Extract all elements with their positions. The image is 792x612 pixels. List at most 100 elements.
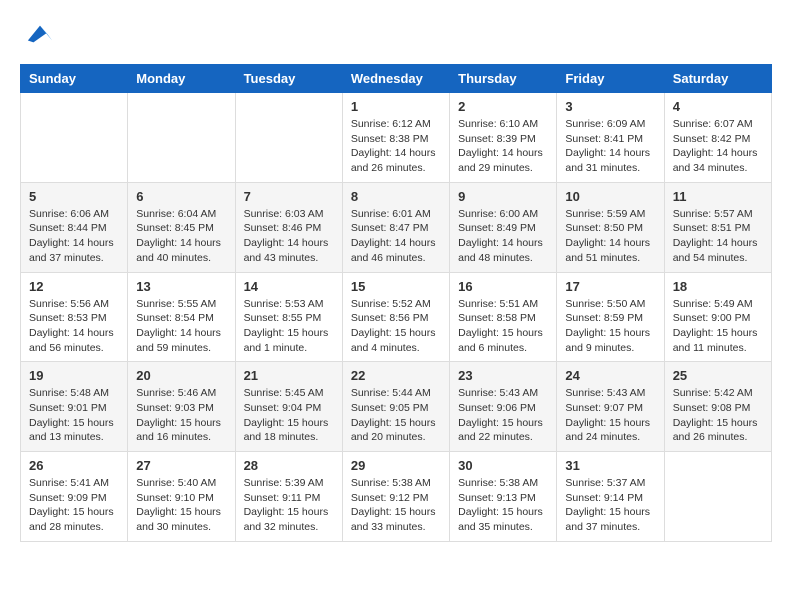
day-number: 2 — [458, 99, 548, 114]
day-number: 22 — [351, 368, 441, 383]
day-info: Sunrise: 5:52 AMSunset: 8:56 PMDaylight:… — [351, 297, 441, 356]
day-info: Sunrise: 5:38 AMSunset: 9:12 PMDaylight:… — [351, 476, 441, 535]
calendar-cell — [664, 452, 771, 542]
calendar-cell: 5 Sunrise: 6:06 AMSunset: 8:44 PMDaylight… — [21, 182, 128, 272]
day-info: Sunrise: 5:37 AMSunset: 9:14 PMDaylight:… — [565, 476, 655, 535]
calendar-cell: 12Sunrise: 5:56 AMSunset: 8:53 PMDayligh… — [21, 272, 128, 362]
calendar-week-row: 19 Sunrise: 5:48 AMSunset: 9:01 PMDayligh… — [21, 362, 772, 452]
day-info: Sunrise: 5:42 AMSunset: 9:08 PMDaylight:… — [673, 386, 763, 445]
calendar-cell: 4Sunrise: 6:07 AMSunset: 8:42 PMDaylight… — [664, 93, 771, 183]
day-number: 23 — [458, 368, 548, 383]
day-number: 3 — [565, 99, 655, 114]
day-info: Sunrise: 6:00 AMSunset: 8:49 PMDaylight:… — [458, 207, 548, 266]
day-info: Sunrise: 6:04 AMSunset: 8:45 PMDaylight:… — [136, 207, 226, 266]
day-number: 27 — [136, 458, 226, 473]
calendar-cell: 31 Sunrise: 5:37 AMSunset: 9:14 PMDayligh… — [557, 452, 664, 542]
calendar-cell: 3 Sunrise: 6:09 AMSunset: 8:41 PMDaylight… — [557, 93, 664, 183]
day-number: 21 — [244, 368, 334, 383]
day-info: Sunrise: 5:55 AMSunset: 8:54 PMDaylight:… — [136, 297, 226, 356]
logo-icon — [26, 20, 54, 48]
calendar-table: SundayMondayTuesdayWednesdayThursdayFrid… — [20, 64, 772, 542]
calendar-cell: 26 Sunrise: 5:41 AMSunset: 9:09 PMDayligh… — [21, 452, 128, 542]
day-number: 17 — [565, 279, 655, 294]
weekday-header: Thursday — [450, 65, 557, 93]
day-number: 26 — [29, 458, 119, 473]
calendar-cell: 25 Sunrise: 5:42 AMSunset: 9:08 PMDayligh… — [664, 362, 771, 452]
calendar-cell: 29 Sunrise: 5:38 AMSunset: 9:12 PMDayligh… — [342, 452, 449, 542]
day-number: 8 — [351, 189, 441, 204]
day-info: Sunrise: 5:39 AMSunset: 9:11 PMDaylight:… — [244, 476, 334, 535]
day-info: Sunrise: 6:10 AMSunset: 8:39 PMDaylight:… — [458, 117, 548, 176]
day-info: Sunrise: 5:38 AMSunset: 9:13 PMDaylight:… — [458, 476, 548, 535]
day-number: 25 — [673, 368, 763, 383]
day-number: 19 — [29, 368, 119, 383]
day-number: 5 — [29, 189, 119, 204]
day-number: 31 — [565, 458, 655, 473]
day-info: Sunrise: 5:53 AMSunset: 8:55 PMDaylight:… — [244, 297, 334, 356]
calendar-cell: 10Sunrise: 5:59 AMSunset: 8:50 PMDayligh… — [557, 182, 664, 272]
day-number: 13 — [136, 279, 226, 294]
calendar-cell: 16 Sunrise: 5:51 AMSunset: 8:58 PMDayligh… — [450, 272, 557, 362]
calendar-week-row: 1 Sunrise: 6:12 AMSunset: 8:38 PMDaylight… — [21, 93, 772, 183]
day-info: Sunrise: 5:51 AMSunset: 8:58 PMDaylight:… — [458, 297, 548, 356]
day-number: 10 — [565, 189, 655, 204]
day-info: Sunrise: 5:45 AMSunset: 9:04 PMDaylight:… — [244, 386, 334, 445]
calendar-week-row: 26 Sunrise: 5:41 AMSunset: 9:09 PMDayligh… — [21, 452, 772, 542]
day-number: 11 — [673, 189, 763, 204]
day-info: Sunrise: 6:06 AMSunset: 8:44 PMDaylight:… — [29, 207, 119, 266]
calendar-cell: 23 Sunrise: 5:43 AMSunset: 9:06 PMDayligh… — [450, 362, 557, 452]
calendar-cell: 15Sunrise: 5:52 AMSunset: 8:56 PMDayligh… — [342, 272, 449, 362]
calendar-cell: 6 Sunrise: 6:04 AMSunset: 8:45 PMDaylight… — [128, 182, 235, 272]
day-info: Sunrise: 5:48 AMSunset: 9:01 PMDaylight:… — [29, 386, 119, 445]
calendar-cell: 9 Sunrise: 6:00 AMSunset: 8:49 PMDaylight… — [450, 182, 557, 272]
calendar-cell: 28 Sunrise: 5:39 AMSunset: 9:11 PMDayligh… — [235, 452, 342, 542]
weekday-header-row: SundayMondayTuesdayWednesdayThursdayFrid… — [21, 65, 772, 93]
day-info: Sunrise: 5:43 AMSunset: 9:07 PMDaylight:… — [565, 386, 655, 445]
calendar-cell — [128, 93, 235, 183]
calendar-cell: 19 Sunrise: 5:48 AMSunset: 9:01 PMDayligh… — [21, 362, 128, 452]
calendar-cell: 1 Sunrise: 6:12 AMSunset: 8:38 PMDaylight… — [342, 93, 449, 183]
calendar-cell: 14 Sunrise: 5:53 AMSunset: 8:55 PMDayligh… — [235, 272, 342, 362]
day-number: 6 — [136, 189, 226, 204]
day-number: 1 — [351, 99, 441, 114]
day-info: Sunrise: 6:09 AMSunset: 8:41 PMDaylight:… — [565, 117, 655, 176]
calendar-cell: 18 Sunrise: 5:49 AMSunset: 9:00 PMDayligh… — [664, 272, 771, 362]
calendar-cell: 7Sunrise: 6:03 AMSunset: 8:46 PMDaylight… — [235, 182, 342, 272]
weekday-header: Sunday — [21, 65, 128, 93]
day-info: Sunrise: 5:50 AMSunset: 8:59 PMDaylight:… — [565, 297, 655, 356]
day-number: 7 — [244, 189, 334, 204]
day-info: Sunrise: 5:40 AMSunset: 9:10 PMDaylight:… — [136, 476, 226, 535]
day-info: Sunrise: 5:41 AMSunset: 9:09 PMDaylight:… — [29, 476, 119, 535]
weekday-header: Friday — [557, 65, 664, 93]
calendar-cell: 27 Sunrise: 5:40 AMSunset: 9:10 PMDayligh… — [128, 452, 235, 542]
day-number: 16 — [458, 279, 548, 294]
day-number: 18 — [673, 279, 763, 294]
day-info: Sunrise: 6:12 AMSunset: 8:38 PMDaylight:… — [351, 117, 441, 176]
calendar-cell: 8 Sunrise: 6:01 AMSunset: 8:47 PMDaylight… — [342, 182, 449, 272]
day-info: Sunrise: 5:43 AMSunset: 9:06 PMDaylight:… — [458, 386, 548, 445]
weekday-header: Monday — [128, 65, 235, 93]
weekday-header: Saturday — [664, 65, 771, 93]
calendar-cell: 22Sunrise: 5:44 AMSunset: 9:05 PMDayligh… — [342, 362, 449, 452]
calendar-cell: 11Sunrise: 5:57 AMSunset: 8:51 PMDayligh… — [664, 182, 771, 272]
day-number: 20 — [136, 368, 226, 383]
calendar-cell: 21 Sunrise: 5:45 AMSunset: 9:04 PMDayligh… — [235, 362, 342, 452]
day-info: Sunrise: 5:49 AMSunset: 9:00 PMDaylight:… — [673, 297, 763, 356]
calendar-cell: 20Sunrise: 5:46 AMSunset: 9:03 PMDayligh… — [128, 362, 235, 452]
day-number: 9 — [458, 189, 548, 204]
day-number: 30 — [458, 458, 548, 473]
day-number: 29 — [351, 458, 441, 473]
day-info: Sunrise: 5:56 AMSunset: 8:53 PMDaylight:… — [29, 297, 119, 356]
calendar-cell — [21, 93, 128, 183]
calendar-cell: 17 Sunrise: 5:50 AMSunset: 8:59 PMDayligh… — [557, 272, 664, 362]
logo — [20, 20, 54, 48]
day-info: Sunrise: 6:01 AMSunset: 8:47 PMDaylight:… — [351, 207, 441, 266]
calendar-cell: 24 Sunrise: 5:43 AMSunset: 9:07 PMDayligh… — [557, 362, 664, 452]
day-number: 14 — [244, 279, 334, 294]
day-number: 4 — [673, 99, 763, 114]
calendar-week-row: 5 Sunrise: 6:06 AMSunset: 8:44 PMDaylight… — [21, 182, 772, 272]
calendar-week-row: 12Sunrise: 5:56 AMSunset: 8:53 PMDayligh… — [21, 272, 772, 362]
day-number: 28 — [244, 458, 334, 473]
day-number: 24 — [565, 368, 655, 383]
weekday-header: Wednesday — [342, 65, 449, 93]
